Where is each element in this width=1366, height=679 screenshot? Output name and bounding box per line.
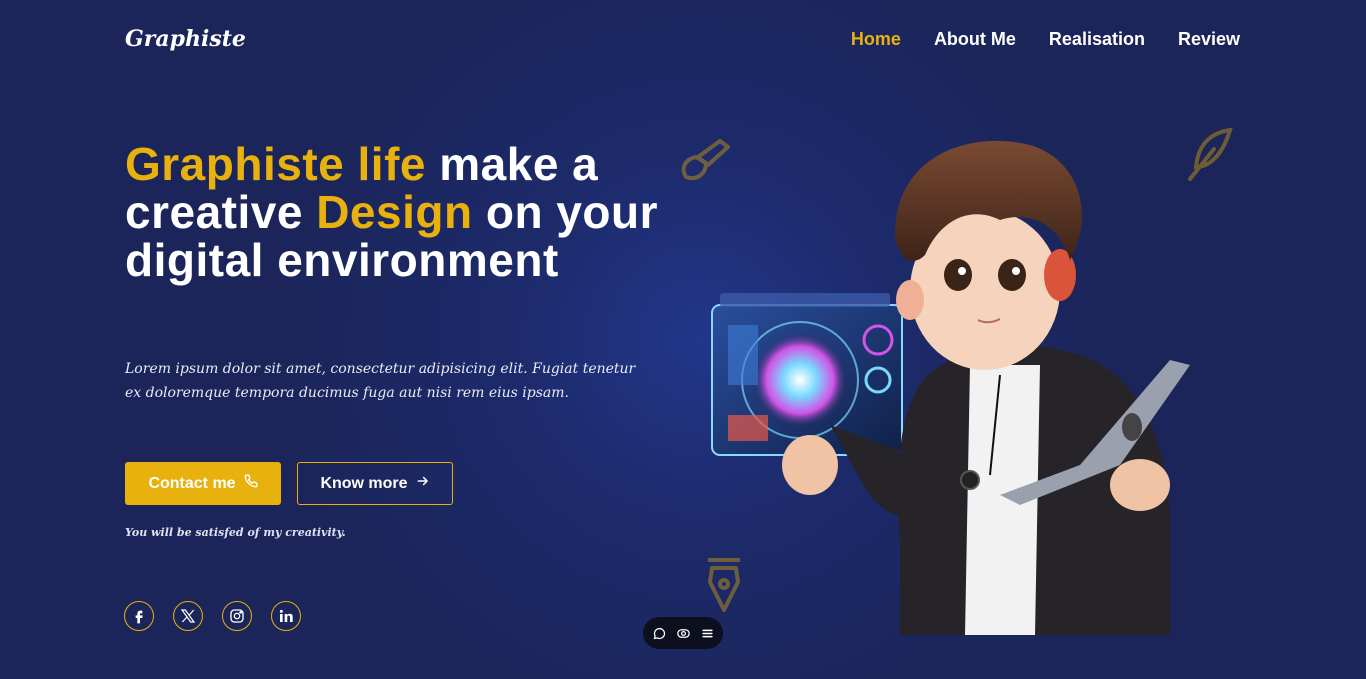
eye-icon[interactable] (676, 626, 691, 641)
hero-buttons: Contact me Know more (125, 462, 453, 505)
logo[interactable]: Graphiste (125, 26, 246, 52)
tagline: You will be satisfed of my creativity. (125, 526, 346, 539)
nav-review[interactable]: Review (1178, 29, 1240, 50)
contact-me-label: Contact me (148, 474, 236, 492)
linkedin-link[interactable] (271, 601, 301, 631)
hero-title-highlight-2: Design (316, 186, 473, 238)
floating-toolbar (643, 617, 723, 649)
linkedin-icon (279, 609, 293, 622)
main-nav: Home About Me Realisation Review (851, 29, 1240, 50)
x-icon (180, 609, 196, 623)
arrow-right-icon (416, 474, 430, 493)
hero-illustration (711, 140, 1190, 635)
hero-description: Lorem ipsum dolor sit amet, consectetur … (125, 361, 636, 401)
facebook-link[interactable] (124, 601, 154, 631)
chat-bubble-icon[interactable] (652, 626, 667, 641)
menu-icon[interactable] (700, 626, 715, 641)
contact-me-button[interactable]: Contact me (125, 462, 281, 505)
nav-home[interactable]: Home (851, 29, 901, 50)
phone-icon (244, 474, 258, 493)
hero-title: Graphiste life make a creative Design on… (125, 140, 665, 284)
know-more-label: Know more (320, 474, 408, 492)
facebook-icon (135, 610, 143, 624)
instagram-icon (230, 609, 244, 623)
nav-realisation[interactable]: Realisation (1049, 29, 1145, 50)
know-more-button[interactable]: Know more (297, 462, 453, 505)
social-links (124, 601, 301, 631)
nav-about-me[interactable]: About Me (934, 29, 1016, 50)
hero-title-highlight-1: Graphiste life (125, 138, 426, 190)
x-link[interactable] (173, 601, 203, 631)
instagram-link[interactable] (222, 601, 252, 631)
